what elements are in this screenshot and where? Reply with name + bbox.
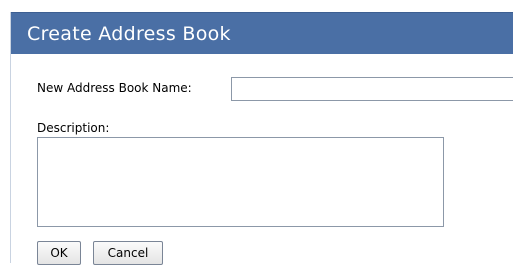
dialog-title: Create Address Book bbox=[27, 23, 231, 45]
top-edge bbox=[0, 0, 513, 12]
cancel-button[interactable]: Cancel bbox=[93, 241, 163, 265]
ok-button[interactable]: OK bbox=[37, 241, 81, 265]
address-book-name-input[interactable] bbox=[231, 77, 513, 101]
description-textarea[interactable] bbox=[37, 137, 444, 227]
name-label: New Address Book Name: bbox=[37, 81, 192, 95]
description-label: Description: bbox=[37, 121, 110, 135]
dialog-header: Create Address Book bbox=[11, 12, 513, 54]
